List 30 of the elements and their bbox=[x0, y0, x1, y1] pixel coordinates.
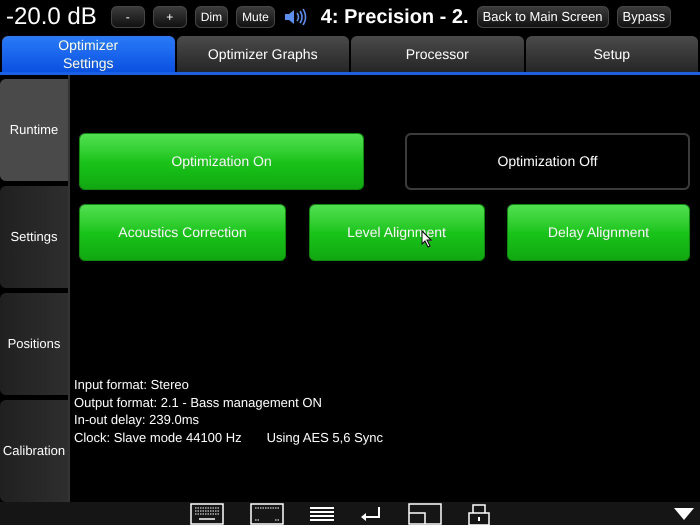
sidebar-tab[interactable]: Runtime bbox=[0, 79, 68, 181]
toggle-button[interactable]: Optimization Off bbox=[405, 133, 690, 190]
window-icon bbox=[408, 503, 442, 525]
control-button[interactable]: - bbox=[110, 6, 145, 28]
sidebar-tab[interactable]: Positions bbox=[0, 293, 68, 395]
volume-readout: -20.0 dB bbox=[6, 2, 97, 32]
preset-title: 4: Precision - 2. bbox=[320, 5, 469, 30]
tab[interactable]: Setup bbox=[526, 36, 698, 72]
sync-text: Using AES 5,6 Sync bbox=[266, 428, 383, 446]
info-text: Input format: Stereo bbox=[74, 376, 190, 394]
screen-icon bbox=[250, 503, 284, 525]
info-text: Output format: 2.1 - Bass management ON bbox=[74, 394, 323, 411]
lock-icon bbox=[468, 502, 490, 525]
speaker-icon bbox=[282, 8, 307, 26]
enter-icon bbox=[360, 506, 382, 522]
list-icon bbox=[310, 506, 334, 522]
bypass-button[interactable]: Bypass bbox=[616, 6, 672, 28]
info-text: Clock: Slave mode 44100 Hz bbox=[74, 428, 242, 446]
dropdown-arrow-icon[interactable] bbox=[674, 508, 694, 520]
control-button[interactable]: Dim bbox=[194, 6, 228, 28]
tab[interactable]: Optimizer Graphs bbox=[176, 36, 349, 72]
tab[interactable]: Processor bbox=[351, 36, 524, 72]
sidebar-tab[interactable]: Settings bbox=[0, 186, 68, 288]
tab[interactable]: Optimizer Settings bbox=[2, 36, 174, 72]
info-text: In-out delay: 239.0ms bbox=[74, 411, 200, 428]
keyboard-icon bbox=[190, 503, 224, 525]
back-button[interactable]: Back to Main Screen bbox=[476, 6, 609, 28]
control-button[interactable]: + bbox=[152, 6, 187, 28]
sidebar-tab[interactable]: Calibration bbox=[0, 400, 68, 502]
control-button[interactable]: Mute bbox=[236, 6, 275, 28]
